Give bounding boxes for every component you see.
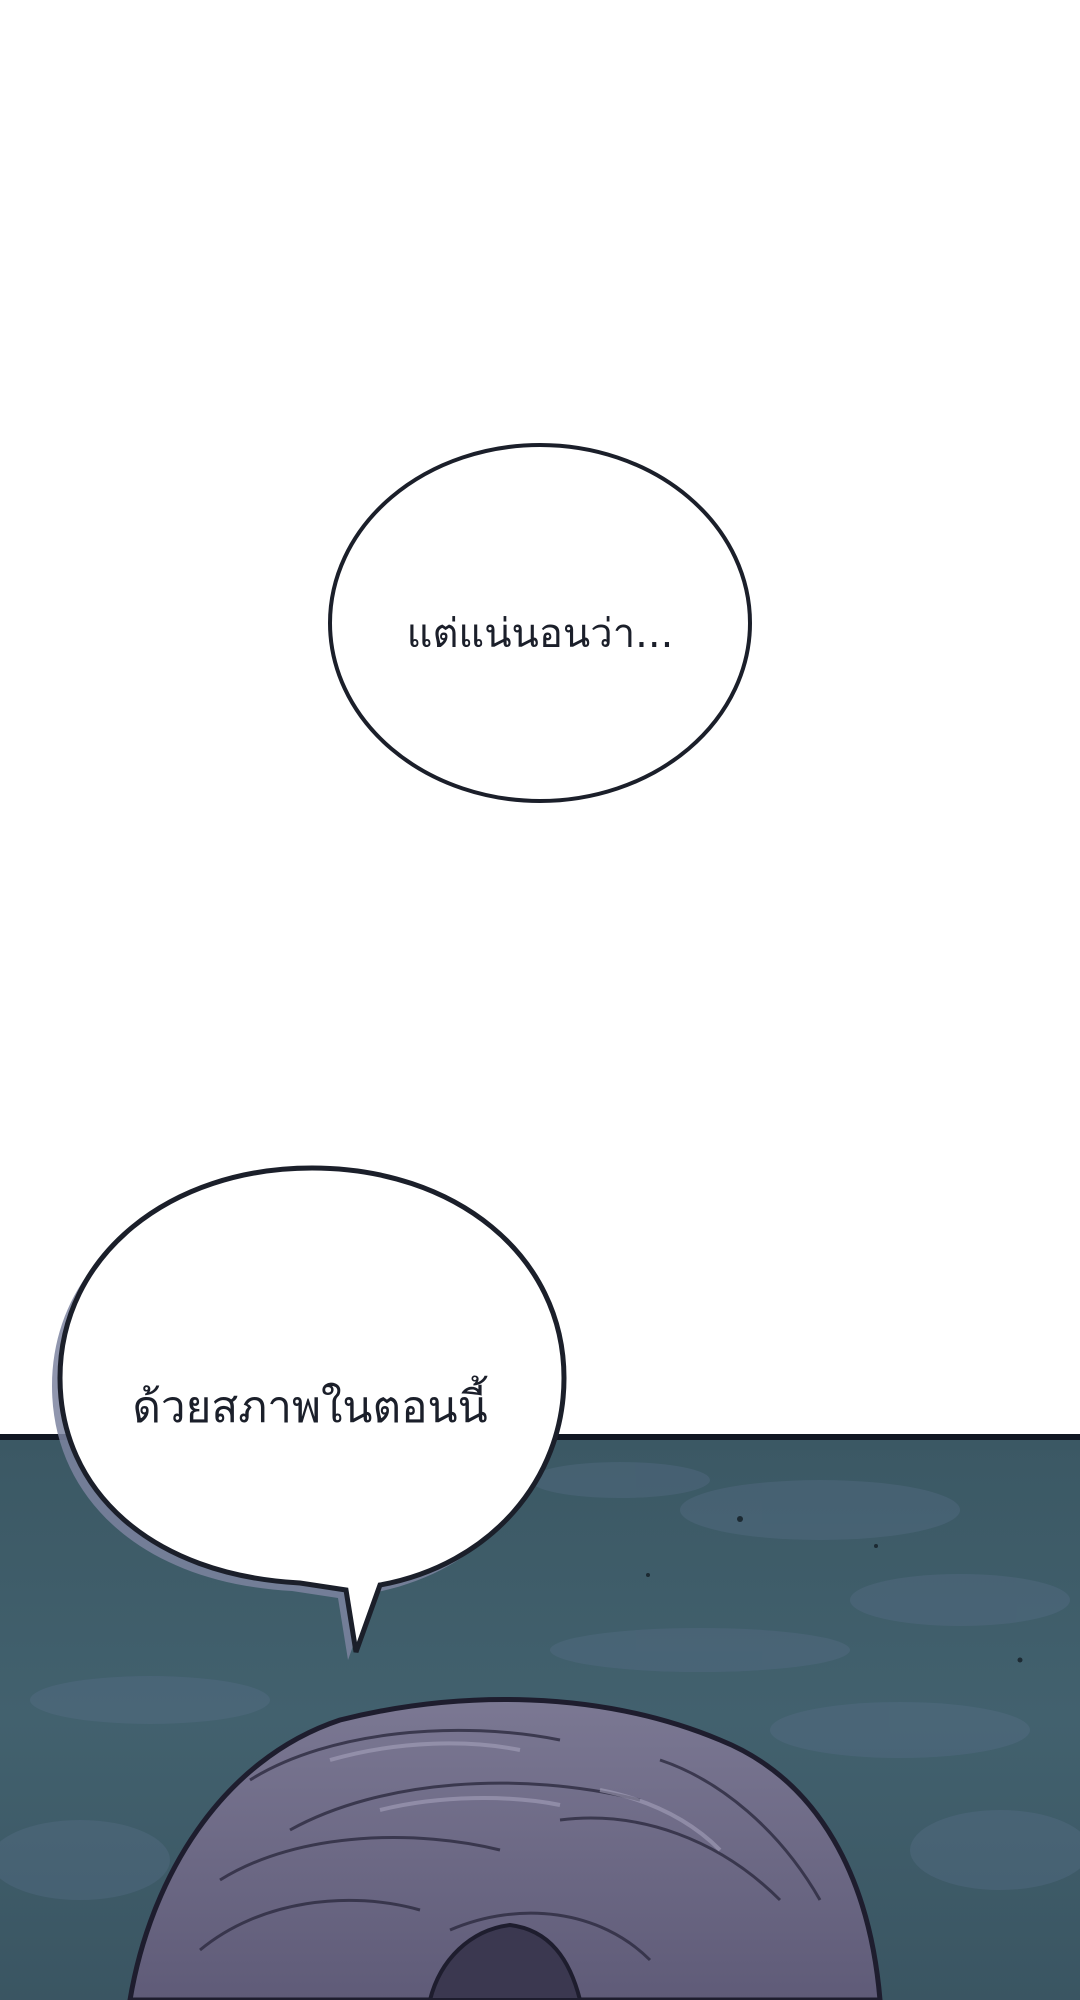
comic-artwork: [0, 443, 1080, 2000]
bubble-2-text: ด้วยสภาพในตอนนี้: [132, 1382, 488, 1433]
bubble-1-text: แต่แน่นอนว่า...: [406, 611, 674, 657]
comic-page: แต่แน่นอนว่า... ด้วยสภาพในตอนนี้: [0, 0, 1080, 2000]
